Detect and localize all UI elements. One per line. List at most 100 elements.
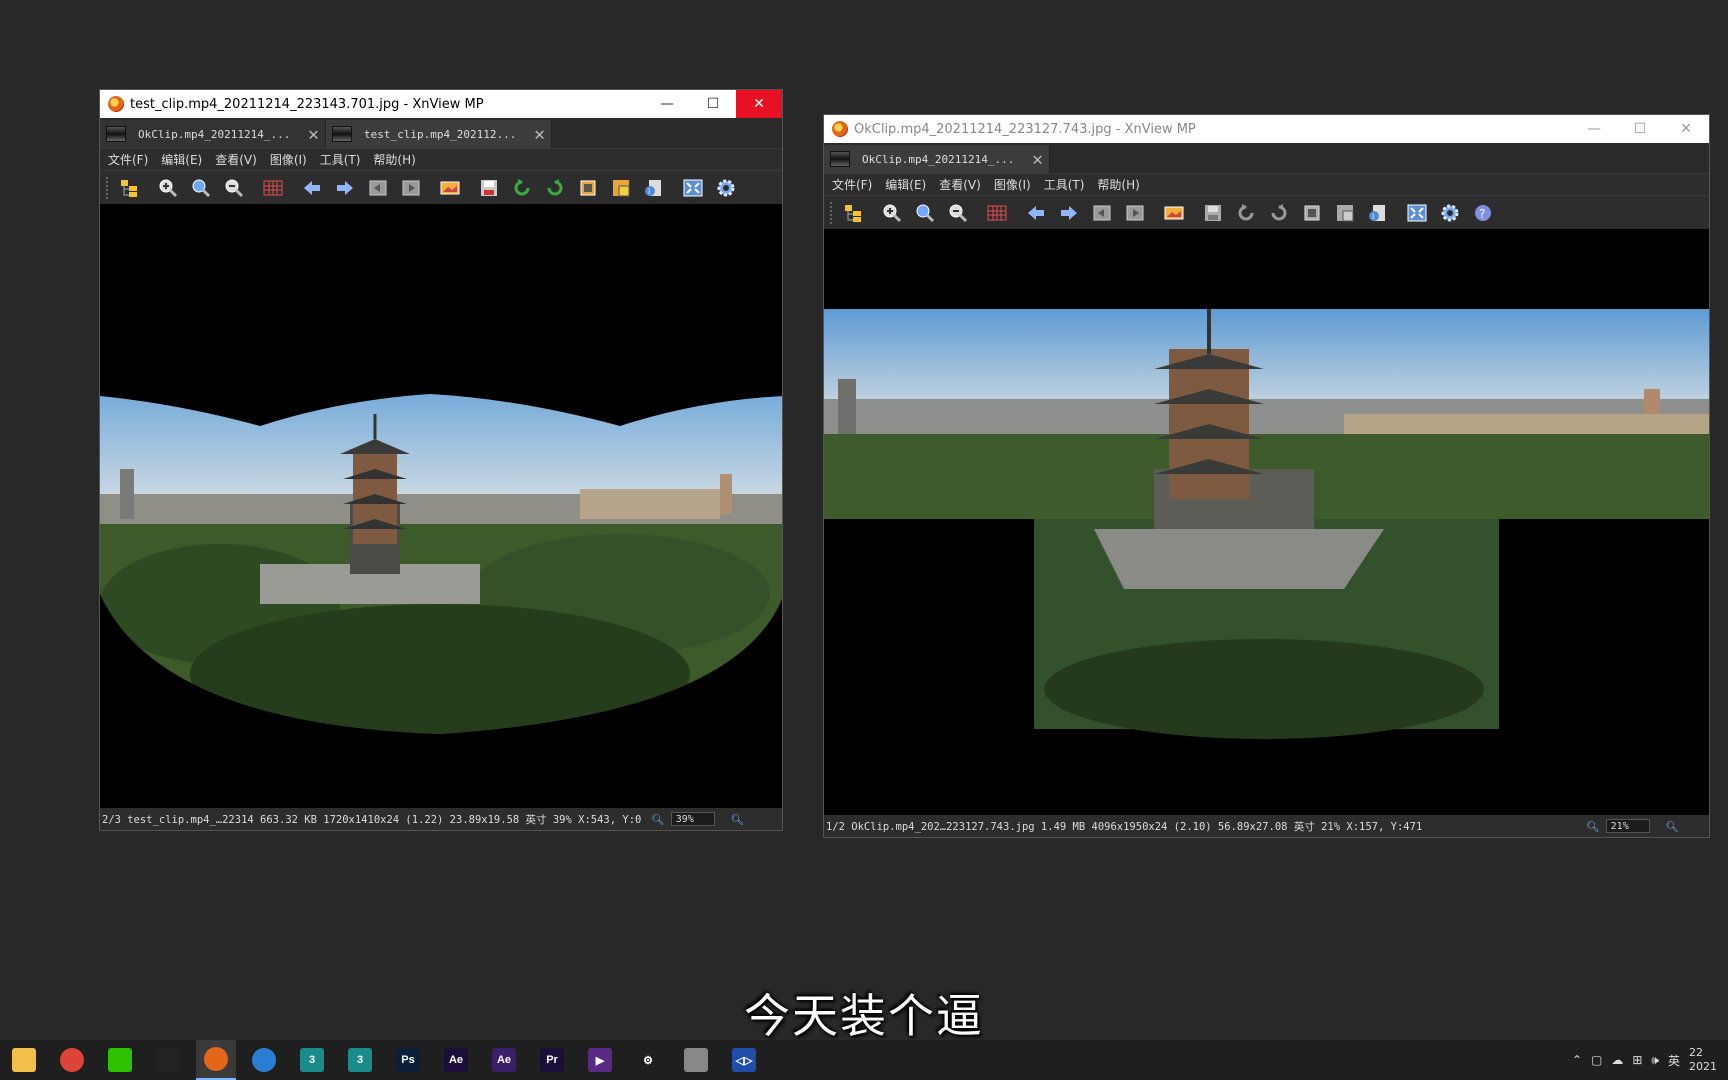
browser-icon[interactable] xyxy=(842,202,864,224)
previous-arrow-icon[interactable] xyxy=(1025,202,1047,224)
menu-help[interactable]: 帮助(H) xyxy=(1097,176,1139,193)
taskbar-file-explorer-button[interactable] xyxy=(4,1040,44,1080)
image-viewer[interactable] xyxy=(100,204,782,808)
next-arrow-icon[interactable] xyxy=(1058,202,1080,224)
zoom-out-icon[interactable] xyxy=(223,177,245,199)
taskbar-3dsmax-1-button[interactable]: 3 xyxy=(292,1040,332,1080)
resize-icon[interactable] xyxy=(1334,202,1356,224)
zoom-fit-icon[interactable] xyxy=(914,202,936,224)
clock[interactable]: 22 2021 xyxy=(1689,1046,1726,1074)
menu-view[interactable]: 查看(V) xyxy=(939,176,981,193)
title-bar[interactable]: OkClip.mp4_20211214_223127.743.jpg - XnV… xyxy=(824,115,1709,143)
taskbar-video-app-button[interactable]: ▶ xyxy=(580,1040,620,1080)
first-page-icon[interactable] xyxy=(1091,202,1113,224)
browser-icon[interactable] xyxy=(118,177,140,199)
taskbar-settings-button[interactable]: ⚙ xyxy=(628,1040,668,1080)
taskbar-photos-button[interactable] xyxy=(676,1040,716,1080)
fullscreen-icon[interactable] xyxy=(1406,202,1428,224)
help-icon[interactable]: ? xyxy=(1472,202,1494,224)
status-text: 2/3 test_clip.mp4_…22314 663.32 KB 1720x… xyxy=(102,813,642,826)
xnview-window-right[interactable]: OkClip.mp4_20211214_223127.743.jpg - XnV… xyxy=(823,114,1710,838)
taskbar-qq-button[interactable] xyxy=(148,1040,188,1080)
previous-arrow-icon[interactable] xyxy=(301,177,323,199)
minimize-button[interactable]: — xyxy=(1571,115,1617,143)
image-icon[interactable] xyxy=(1163,202,1185,224)
taskbar-after-effects-2-button[interactable]: Ae xyxy=(484,1040,524,1080)
save-icon[interactable] xyxy=(478,177,500,199)
ime-indicator[interactable]: 英 xyxy=(1668,1052,1680,1069)
toolbar-grip[interactable] xyxy=(106,177,112,199)
menu-view[interactable]: 查看(V) xyxy=(215,151,257,168)
last-page-icon[interactable] xyxy=(1124,202,1146,224)
save-icon[interactable] xyxy=(1202,202,1224,224)
image-viewer[interactable] xyxy=(824,229,1709,815)
close-button[interactable]: ✕ xyxy=(736,90,782,118)
taskbar: 3 3 Ps Ae Ae Pr ▶ ⚙ ◁▷ ⌃ ▢ ☁ ⊞ 🕪︎ 英 22 2021 xyxy=(0,1040,1728,1080)
volume-icon[interactable]: 🕪︎ xyxy=(1651,1053,1659,1068)
close-button[interactable]: ✕ xyxy=(1663,115,1709,143)
menu-file[interactable]: 文件(F) xyxy=(108,151,148,168)
crop-icon[interactable] xyxy=(1301,202,1323,224)
settings-gear-icon[interactable] xyxy=(1439,202,1461,224)
rotate-left-icon[interactable] xyxy=(511,177,533,199)
taskbar-3dsmax-2-button[interactable]: 3 xyxy=(340,1040,380,1080)
zoom-level-field[interactable]: 21% xyxy=(1605,819,1650,833)
taskbar-media-player-button[interactable] xyxy=(244,1040,284,1080)
taskbar-wechat-button[interactable] xyxy=(100,1040,140,1080)
taskbar-premiere-button[interactable]: Pr xyxy=(532,1040,572,1080)
tab-close-icon[interactable]: ✕ xyxy=(534,124,545,145)
zoom-in-icon[interactable] xyxy=(881,202,903,224)
tab-okclip[interactable]: OkClip.mp4_20211214_... ✕ xyxy=(100,120,326,148)
menu-image[interactable]: 图像(I) xyxy=(270,151,307,168)
tray-chevron-icon[interactable]: ⌃ xyxy=(1572,1053,1582,1067)
grid-icon[interactable] xyxy=(986,202,1008,224)
menu-edit[interactable]: 编辑(E) xyxy=(161,151,202,168)
rotate-right-icon[interactable] xyxy=(1268,202,1290,224)
rotate-right-icon[interactable] xyxy=(544,177,566,199)
tray-app-icon[interactable]: ▢ xyxy=(1591,1053,1602,1067)
taskbar-xnview-button[interactable] xyxy=(196,1040,236,1080)
tab-okclip[interactable]: OkClip.mp4_20211214_... ✕ xyxy=(824,145,1050,173)
first-page-icon[interactable] xyxy=(367,177,389,199)
xnview-window-left[interactable]: test_clip.mp4_20211214_223143.701.jpg - … xyxy=(99,89,783,831)
title-bar[interactable]: test_clip.mp4_20211214_223143.701.jpg - … xyxy=(100,90,782,118)
properties-icon[interactable]: i xyxy=(1367,202,1389,224)
taskbar-video-editor-button[interactable]: ◁▷ xyxy=(724,1040,764,1080)
menu-tools[interactable]: 工具(T) xyxy=(320,151,361,168)
zoom-out-small-icon[interactable]: 🔍︎ xyxy=(731,813,744,826)
zoom-fit-icon[interactable] xyxy=(190,177,212,199)
tab-close-icon[interactable]: ✕ xyxy=(308,124,319,145)
tab-test-clip[interactable]: test_clip.mp4_202112... ✕ xyxy=(326,120,552,148)
menu-tools[interactable]: 工具(T) xyxy=(1044,176,1085,193)
zoom-out-small-icon[interactable]: 🔍︎ xyxy=(1666,820,1679,833)
fullscreen-icon[interactable] xyxy=(682,177,704,199)
zoom-level-field[interactable]: 39% xyxy=(670,812,715,826)
minimize-button[interactable]: — xyxy=(644,90,690,118)
taskbar-chrome-button[interactable] xyxy=(52,1040,92,1080)
last-page-icon[interactable] xyxy=(400,177,422,199)
menu-image[interactable]: 图像(I) xyxy=(994,176,1031,193)
image-icon[interactable] xyxy=(439,177,461,199)
zoom-in-small-icon[interactable]: 🔍︎ xyxy=(651,813,664,826)
next-arrow-icon[interactable] xyxy=(334,177,356,199)
zoom-out-icon[interactable] xyxy=(947,202,969,224)
taskbar-photoshop-button[interactable]: Ps xyxy=(388,1040,428,1080)
resize-icon[interactable] xyxy=(610,177,632,199)
grid-icon[interactable] xyxy=(262,177,284,199)
rotate-left-icon[interactable] xyxy=(1235,202,1257,224)
menu-file[interactable]: 文件(F) xyxy=(832,176,872,193)
properties-icon[interactable]: i xyxy=(643,177,665,199)
maximize-button[interactable]: ☐ xyxy=(1617,115,1663,143)
tray-cloud-icon[interactable]: ☁ xyxy=(1611,1053,1623,1067)
settings-gear-icon[interactable] xyxy=(715,177,737,199)
tab-close-icon[interactable]: ✕ xyxy=(1032,149,1043,170)
tray-network-icon[interactable]: ⊞ xyxy=(1632,1053,1642,1067)
menu-edit[interactable]: 编辑(E) xyxy=(885,176,926,193)
menu-help[interactable]: 帮助(H) xyxy=(373,151,415,168)
crop-icon[interactable] xyxy=(577,177,599,199)
toolbar-grip[interactable] xyxy=(830,202,836,224)
maximize-button[interactable]: ☐ xyxy=(690,90,736,118)
taskbar-after-effects-button[interactable]: Ae xyxy=(436,1040,476,1080)
zoom-in-small-icon[interactable]: 🔍︎ xyxy=(1586,820,1599,833)
zoom-in-icon[interactable] xyxy=(157,177,179,199)
